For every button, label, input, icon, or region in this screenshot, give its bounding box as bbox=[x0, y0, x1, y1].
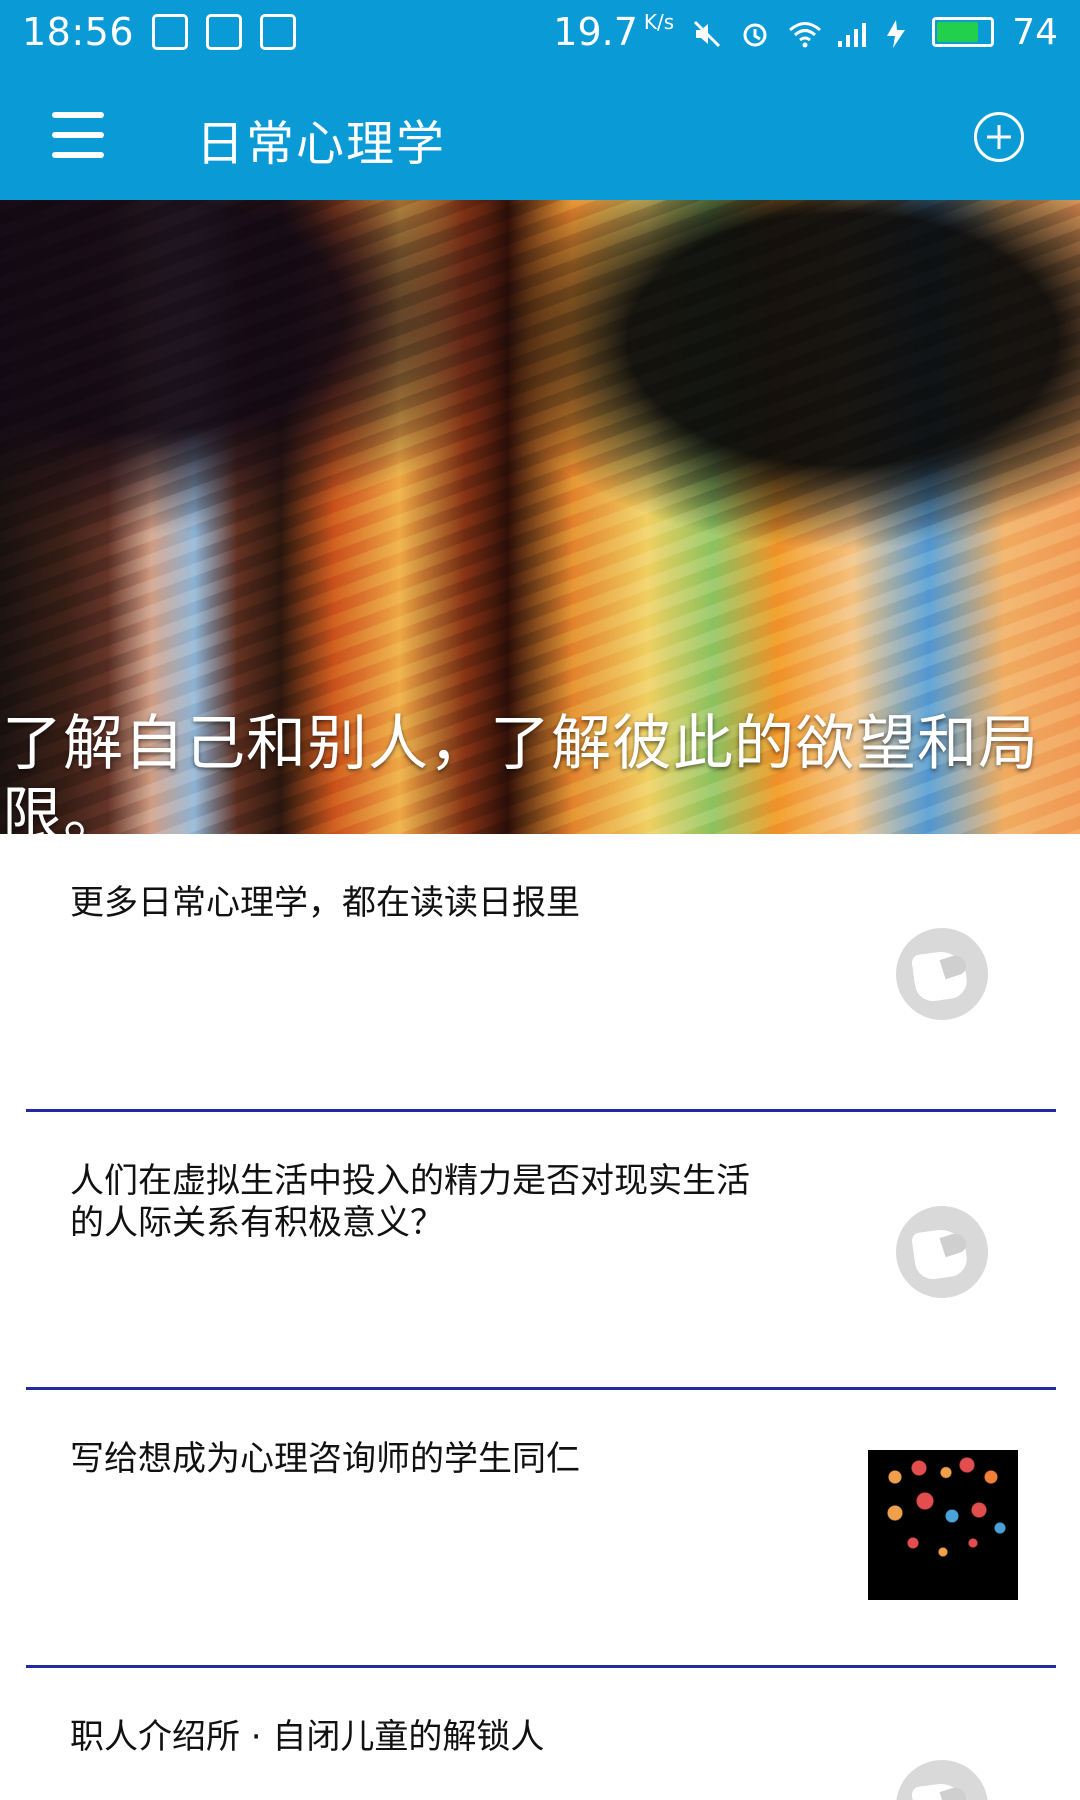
status-bar: 18:56 19.7 K/s 74 bbox=[0, 0, 1080, 68]
feed-list: 更多日常心理学，都在读读日报里 人们在虚拟生活中投入的精力是否对现实生活的人际关… bbox=[0, 834, 1080, 1800]
feed-item-title: 人们在虚拟生活中投入的精力是否对现实生活的人际关系有积极意义？ bbox=[70, 1161, 750, 1243]
cellular-signal-icon bbox=[836, 17, 867, 47]
thumbnail-placeholder-icon bbox=[896, 928, 988, 1020]
mute-icon bbox=[692, 17, 722, 48]
upload-notification-icon bbox=[260, 14, 297, 50]
status-left: 18:56 bbox=[22, 10, 297, 54]
hero-caption: 了解自己和别人，了解彼此的欲望和局限。 bbox=[2, 709, 1039, 834]
status-right: 19.7 K/s 74 bbox=[553, 10, 1058, 54]
hero-banner: 了解自己和别人，了解彼此的欲望和局限。 bbox=[0, 200, 1080, 834]
status-time: 18:56 bbox=[22, 10, 135, 54]
feed-item-title: 写给想成为心理咨询师的学生同仁 bbox=[70, 1439, 580, 1479]
menu-icon[interactable] bbox=[52, 112, 104, 158]
feed-item-title: 职人介绍所 · 自闭儿童的解锁人 bbox=[70, 1717, 545, 1757]
battery-icon bbox=[932, 17, 995, 47]
thumbnail-placeholder-icon bbox=[896, 1760, 988, 1800]
app-notification-icon bbox=[152, 14, 189, 50]
feed-item[interactable]: 人们在虚拟生活中投入的精力是否对现实生活的人际关系有积极意义？ bbox=[0, 1112, 1080, 1390]
battery-level-fill bbox=[937, 22, 978, 42]
gears-thumbnail-image bbox=[868, 1450, 1018, 1600]
network-speed: 19.7 K/s bbox=[553, 10, 674, 54]
image-notification-icon bbox=[206, 14, 243, 50]
network-speed-value: 19.7 bbox=[553, 10, 638, 54]
feed-item-title: 更多日常心理学，都在读读日报里 bbox=[70, 883, 580, 923]
page-title: 日常心理学 bbox=[196, 116, 447, 172]
thumbnail-placeholder-icon bbox=[896, 1206, 988, 1298]
app-bar: 日常心理学 bbox=[0, 68, 1080, 200]
battery-level-text: 74 bbox=[1012, 11, 1058, 53]
wifi-icon bbox=[788, 17, 822, 48]
alarm-icon bbox=[740, 17, 770, 47]
network-speed-unit: K/s bbox=[643, 10, 675, 34]
add-circle-icon[interactable] bbox=[974, 112, 1024, 162]
feed-item[interactable]: 写给想成为心理咨询师的学生同仁 bbox=[0, 1390, 1080, 1668]
charging-icon bbox=[884, 17, 914, 48]
feed-item[interactable]: 职人介绍所 · 自闭儿童的解锁人 bbox=[0, 1668, 1080, 1800]
feed-item[interactable]: 更多日常心理学，都在读读日报里 bbox=[0, 834, 1080, 1112]
